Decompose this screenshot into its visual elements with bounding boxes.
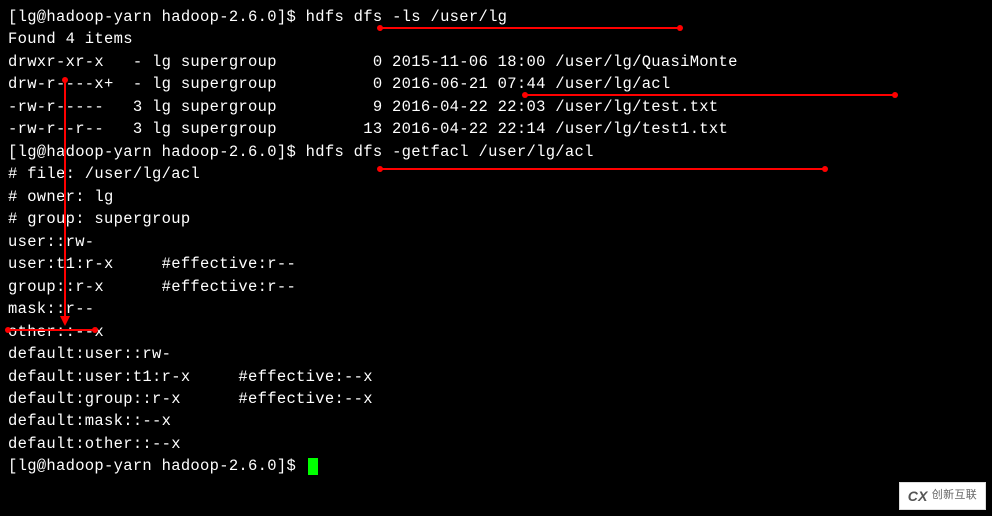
acl-row: mask::r-- bbox=[8, 298, 984, 320]
acl-row: default:group::r-x #effective:--x bbox=[8, 388, 984, 410]
acl-row: # file: /user/lg/acl bbox=[8, 163, 984, 185]
ls-row: drw-r----x+ - lg supergroup 0 2016-06-21… bbox=[8, 73, 984, 95]
ls-row: -rw-r----- 3 lg supergroup 9 2016-04-22 … bbox=[8, 96, 984, 118]
command-text: hdfs dfs -getfacl /user/lg/acl bbox=[306, 143, 594, 161]
watermark-logo: CX bbox=[908, 486, 928, 506]
ls-row: drwxr-xr-x - lg supergroup 0 2015-11-06 … bbox=[8, 51, 984, 73]
shell-prompt: [lg@hadoop-yarn hadoop-2.6.0]$ bbox=[8, 8, 306, 26]
acl-row: default:mask::--x bbox=[8, 410, 984, 432]
watermark-badge: CX 创新互联 bbox=[899, 482, 986, 510]
cursor-block bbox=[308, 458, 318, 475]
acl-row: # owner: lg bbox=[8, 186, 984, 208]
command-text: hdfs dfs -ls /user/lg bbox=[306, 8, 508, 26]
acl-row: default:user:t1:r-x #effective:--x bbox=[8, 366, 984, 388]
acl-row: user:t1:r-x #effective:r-- bbox=[8, 253, 984, 275]
acl-row: default:user::rw- bbox=[8, 343, 984, 365]
acl-row: # group: supergroup bbox=[8, 208, 984, 230]
shell-prompt: [lg@hadoop-yarn hadoop-2.6.0]$ bbox=[8, 457, 306, 475]
terminal-output[interactable]: [lg@hadoop-yarn hadoop-2.6.0]$ hdfs dfs … bbox=[8, 6, 984, 478]
prompt-line-3[interactable]: [lg@hadoop-yarn hadoop-2.6.0]$ bbox=[8, 455, 984, 477]
prompt-line-2: [lg@hadoop-yarn hadoop-2.6.0]$ hdfs dfs … bbox=[8, 141, 984, 163]
prompt-line-1: [lg@hadoop-yarn hadoop-2.6.0]$ hdfs dfs … bbox=[8, 6, 984, 28]
acl-row: group::r-x #effective:r-- bbox=[8, 276, 984, 298]
shell-prompt: [lg@hadoop-yarn hadoop-2.6.0]$ bbox=[8, 143, 306, 161]
acl-row: other::--x bbox=[8, 321, 984, 343]
watermark-text: 创新互联 bbox=[932, 488, 977, 504]
acl-row: default:other::--x bbox=[8, 433, 984, 455]
acl-row: user::rw- bbox=[8, 231, 984, 253]
ls-row: -rw-r--r-- 3 lg supergroup 13 2016-04-22… bbox=[8, 118, 984, 140]
found-items-line: Found 4 items bbox=[8, 28, 984, 50]
